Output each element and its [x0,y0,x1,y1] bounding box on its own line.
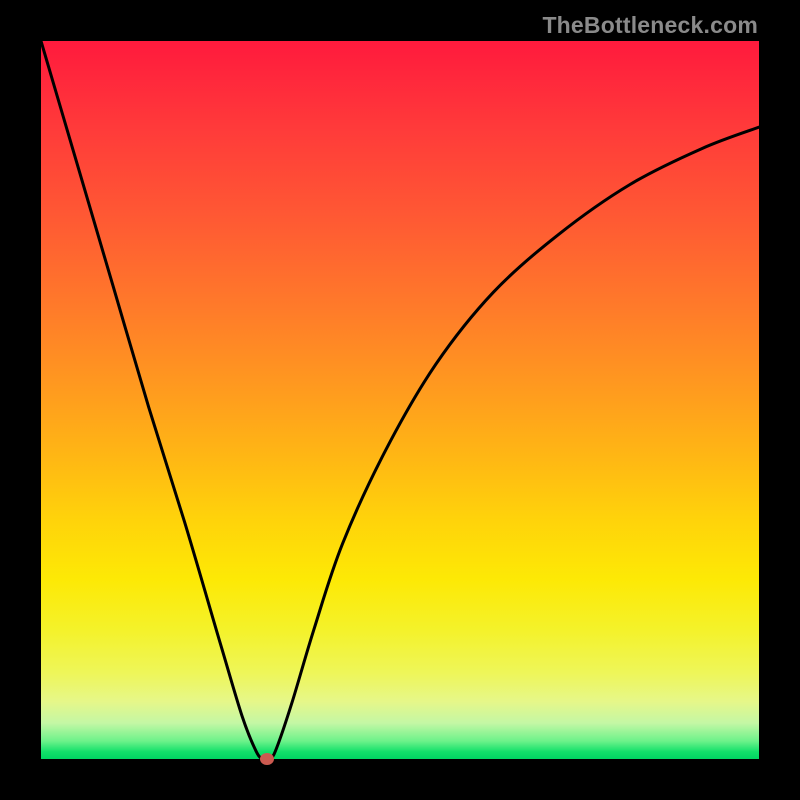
watermark-text: TheBottleneck.com [542,12,758,39]
optimum-marker [260,753,274,765]
chart-frame: TheBottleneck.com [0,0,800,800]
bottleneck-curve [41,41,759,759]
plot-area [41,41,759,759]
